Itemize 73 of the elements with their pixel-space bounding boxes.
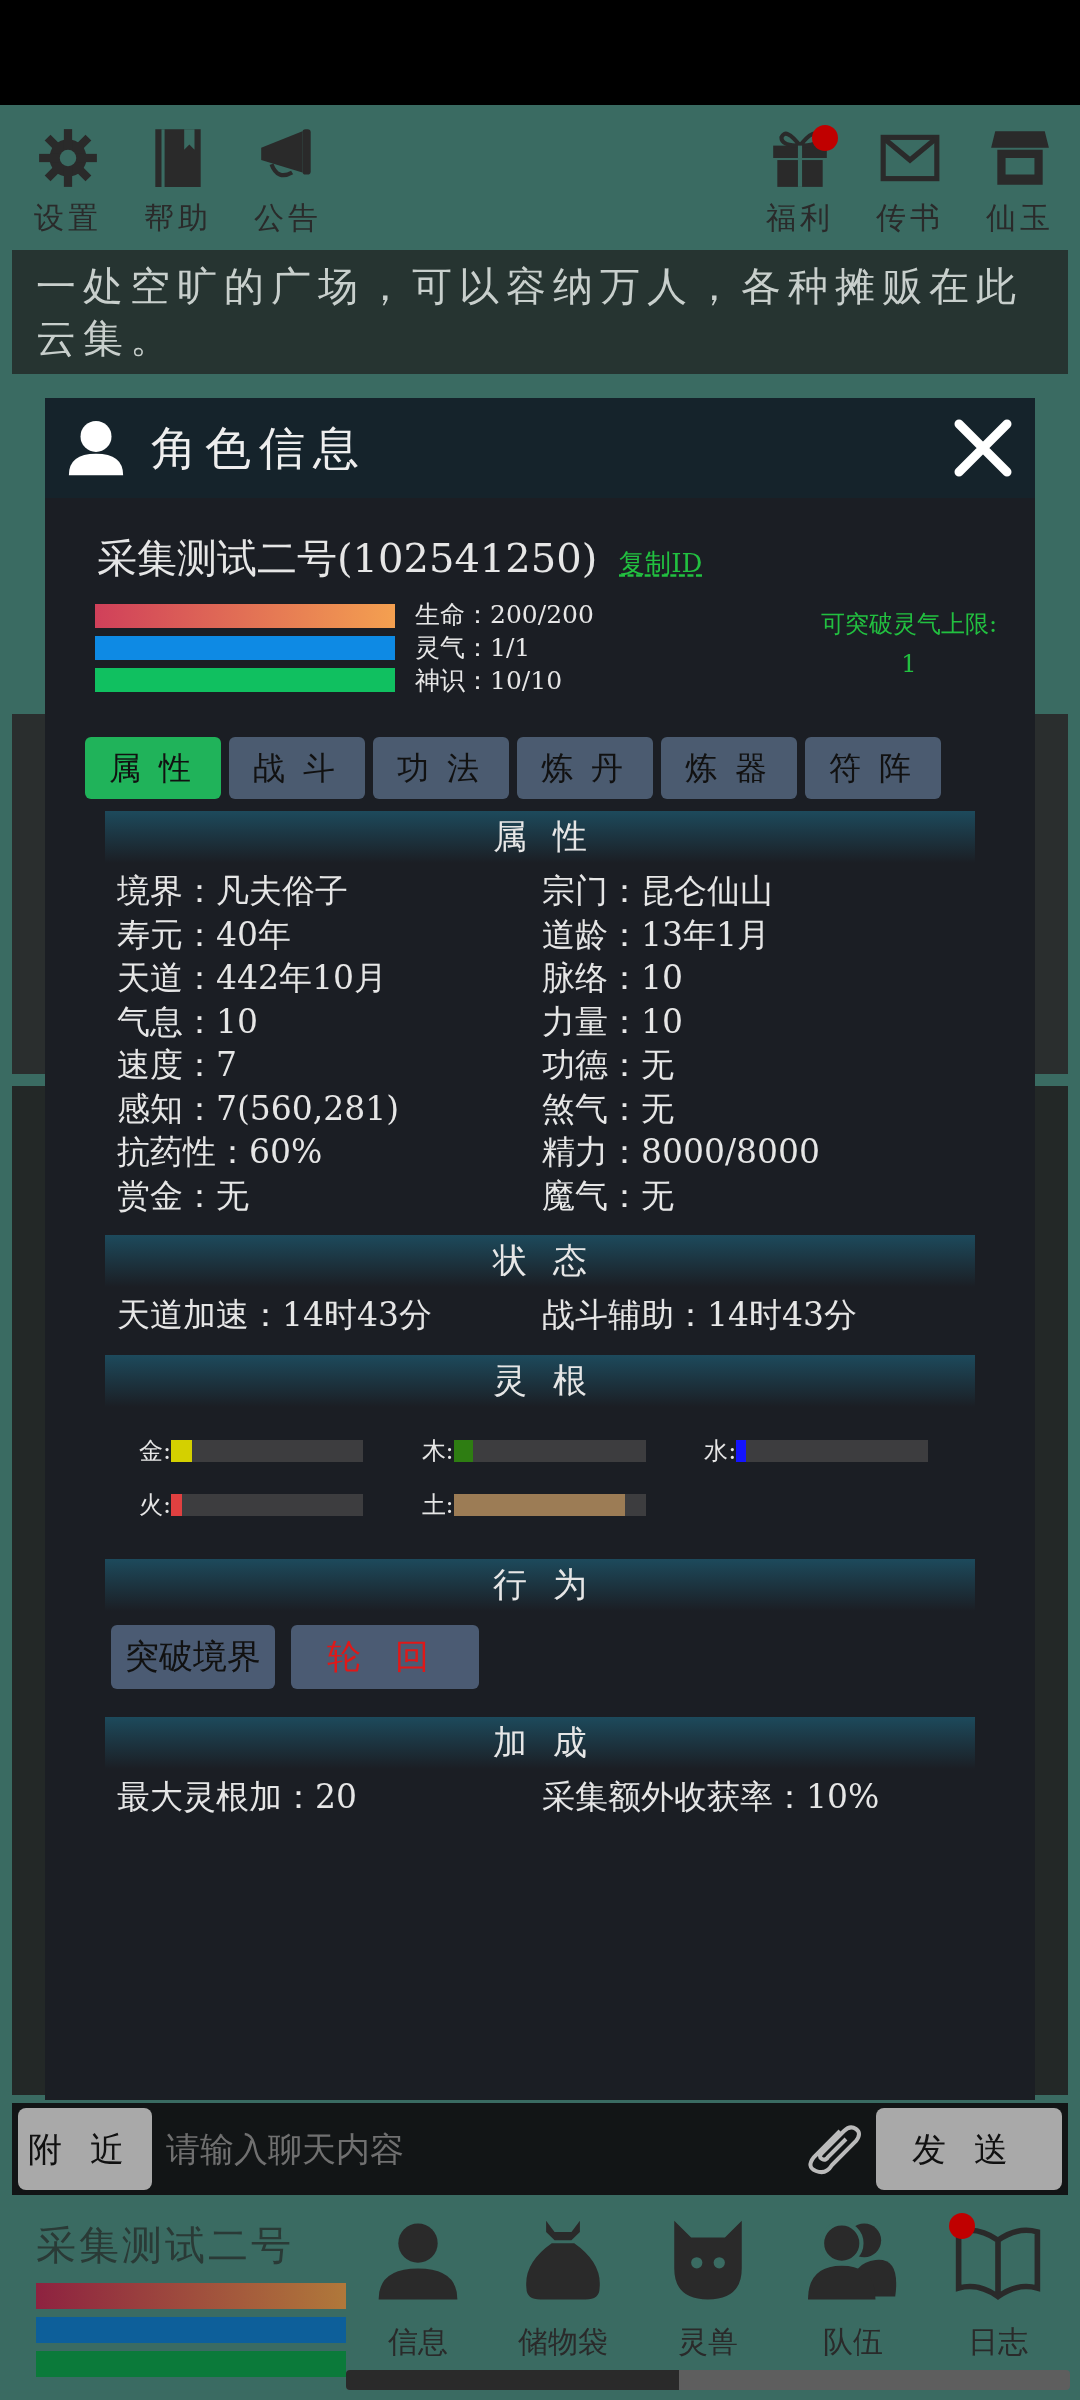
root-label: 木: [420,1435,454,1467]
send-button[interactable]: 发送 [876,2108,1062,2190]
attribute-text: 天道加速：14时43分 [117,1294,433,1336]
attribute-text: 速度：7 [117,1044,238,1086]
tab[interactable]: 属性 [85,737,221,799]
attribute-text: 最大灵根加：20 [117,1775,358,1818]
chat-input-bar[interactable]: 附近 请输入聊天内容 发送 [12,2103,1068,2195]
nav-button[interactable]: 信息 [373,2215,464,2364]
toolbar-label: 帮助 [144,199,212,237]
tab[interactable]: 功法 [373,737,509,799]
section-header: 属性 [105,811,975,863]
section-header: 行为 [105,1558,975,1611]
toolbar-button[interactable]: 福利 [760,125,840,250]
toolbar-label: 传书 [876,199,944,237]
location-description: 一处空旷的广场，可以容纳万人，各种摊贩在此云集。 [12,250,1068,374]
nav-button[interactable]: 日志 [952,2215,1043,2364]
attribute-text: 脉络：10 [542,957,684,999]
attribute-text: 力量：10 [542,1000,684,1043]
toolbar-label: 仙玉 [986,199,1054,237]
tab[interactable]: 炼器 [661,737,797,799]
stat-label: 生命：200/200 [415,599,594,631]
attribute-text: 天道：442年10月 [117,957,388,999]
root-label: 水: [703,1435,737,1467]
section-header: 状态 [105,1235,975,1287]
breakthrough-value: 1 [900,649,918,680]
nav-label: 灵兽 [678,2323,738,2361]
attribute-text: 道龄：13年1月 [542,913,771,956]
nav-label: 队伍 [822,2323,883,2361]
nav-label: 日志 [967,2323,1028,2361]
tab[interactable]: 战斗 [229,737,365,799]
nav-button[interactable]: 储物袋 [518,2215,609,2364]
attribute-text: 功德：无 [542,1044,675,1086]
nav-label: 储物袋 [518,2323,609,2361]
toolbar-button[interactable]: 传书 [870,125,950,250]
stat-label: 神识：10/10 [415,665,564,697]
root-label: 金: [137,1435,171,1467]
character-name: 采集测试二号(102541250) [97,534,598,583]
root-label: 土: [420,1489,454,1521]
attribute-text: 采集额外收获率：10% [542,1775,881,1818]
stat-label: 灵气：1/1 [415,632,532,664]
nav-button[interactable]: 灵兽 [663,2215,753,2364]
attribute-text: 感知：7(560,281) [117,1087,401,1130]
dialog-title: 角色信息 [151,419,368,477]
attribute-text: 精力：8000/8000 [542,1131,822,1173]
section-header: 灵根 [105,1354,975,1407]
toolbar-button[interactable]: 设置 [28,125,108,250]
section-header: 加成 [105,1716,975,1769]
toolbar-button[interactable]: 帮助 [138,125,218,250]
attribute-text: 战斗辅助：14时43分 [542,1294,858,1336]
tab[interactable]: 炼丹 [517,737,653,799]
attribute-text: 魔气：无 [542,1174,675,1217]
toolbar-button[interactable]: 仙玉 [980,125,1060,250]
attribute-text: 抗药性：60% [117,1131,324,1173]
attribute-text: 气息：10 [117,1000,259,1043]
action-button[interactable]: 轮回 [291,1624,479,1689]
attribute-text: 赏金：无 [117,1174,250,1217]
attribute-text: 宗门：昆仑仙山 [542,870,774,912]
copy-id-link[interactable]: 复制ID [619,544,703,583]
root-label: 火: [137,1489,171,1521]
toolbar-label: 公告 [254,199,322,237]
toolbar-label: 福利 [766,199,834,237]
action-button[interactable]: 突破境界 [111,1624,275,1689]
tab[interactable]: 符阵 [805,737,941,799]
toolbar-button[interactable]: 公告 [248,125,328,250]
attribute-text: 煞气：无 [542,1087,675,1130]
breakthrough-label: 可突破灵气上限: [820,609,997,640]
attribute-text: 寿元：40年 [117,913,292,956]
nav-button[interactable]: 队伍 [807,2215,898,2364]
attribute-text: 境界：凡夫俗子 [117,870,349,912]
channel-button[interactable]: 附近 [18,2108,152,2190]
nav-label: 信息 [388,2323,449,2361]
toolbar-label: 设置 [34,199,102,237]
chat-input[interactable]: 请输入聊天内容 [164,2122,788,2176]
